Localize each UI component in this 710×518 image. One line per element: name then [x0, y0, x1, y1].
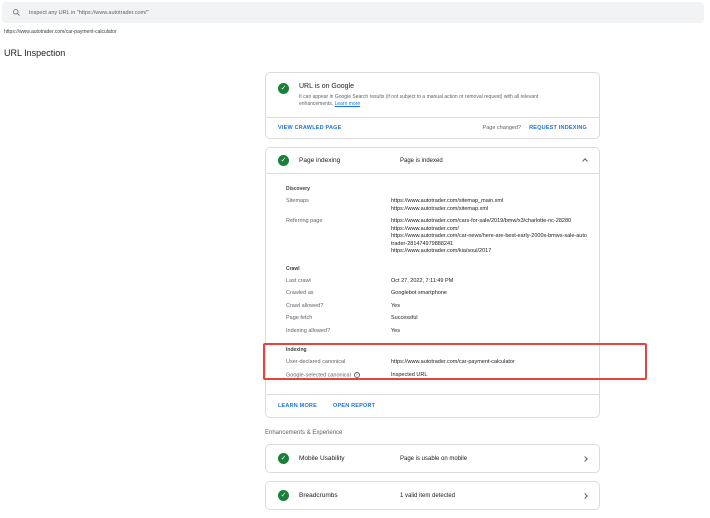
row-label: User-declared canonical [286, 359, 391, 367]
search-icon [12, 8, 21, 17]
crawl-row: Crawl allowed? Yes [286, 303, 587, 311]
page-indexing-header[interactable]: ✓ Page indexing Page is indexed [266, 148, 599, 174]
indexing-heading: Indexing [286, 347, 587, 353]
url-inspect-search-bar[interactable]: Inspect any URL in "https://www.autotrad… [2, 2, 704, 23]
row-value: https://www.autotrader.com/car-payment-c… [391, 359, 587, 367]
verdict-title: URL is on Google [299, 83, 551, 90]
chevron-right-icon [582, 456, 588, 462]
page-indexing-title: Page indexing [299, 157, 390, 164]
inspected-url: https://www.autotrader.com/car-payment-c… [4, 29, 117, 35]
crawl-row: Last crawl Oct 27, 2022, 7:11:49 PM [286, 278, 587, 286]
mobile-usability-card[interactable]: ✓ Mobile Usability Page is usable on mob… [265, 444, 600, 473]
row-label: Sitemaps [286, 198, 391, 213]
row-value: Yes [391, 328, 587, 336]
row-value: Yes [391, 303, 587, 311]
row-label-text: Google-selected canonical [286, 372, 351, 378]
row-label: Indexing allowed? [286, 328, 391, 336]
referring-url: https://www.autotrader.com/cars-for-sale… [391, 218, 587, 226]
crawl-row: Crawled as Googlebot smartphone [286, 290, 587, 298]
enhancement-title: Breadcrumbs [299, 492, 390, 499]
page-indexing-status: Page is indexed [400, 158, 573, 164]
page-title: URL Inspection [4, 48, 65, 58]
verdict-card: ✓ URL is on Google It can appear in Goog… [265, 72, 600, 139]
sitemap-url: https://www.autotrader.com/sitemap_main.… [391, 198, 587, 206]
row-value: Successful [391, 315, 587, 323]
row-label: Crawled as [286, 290, 391, 298]
chevron-up-icon [582, 158, 588, 164]
enhancements-heading: Enhancements & Experience [265, 430, 600, 436]
verdict-description: It can appear in Google Search results (… [299, 94, 551, 108]
page-indexing-card: ✓ Page indexing Page is indexed Discover… [265, 147, 600, 418]
breadcrumbs-card[interactable]: ✓ Breadcrumbs 1 valid item detected [265, 481, 600, 510]
indexing-section: Indexing User-declared canonical https:/… [286, 347, 587, 379]
row-label: Google-selected canonical? [286, 372, 391, 380]
indexing-row: User-declared canonical https://www.auto… [286, 359, 587, 367]
open-report-button[interactable]: OPEN REPORT [333, 403, 375, 409]
crawl-row: Page fetch Successful [286, 315, 587, 323]
row-label: Last crawl [286, 278, 391, 286]
row-value: https://www.autotrader.com/cars-for-sale… [391, 218, 587, 256]
row-label: Crawl allowed? [286, 303, 391, 311]
row-value: Googlebot smartphone [391, 290, 587, 298]
check-circle-icon: ✓ [278, 490, 289, 501]
check-circle-icon: ✓ [278, 453, 289, 464]
row-value: https://www.autotrader.com/sitemap_main.… [391, 198, 587, 213]
main-content: ✓ URL is on Google It can appear in Goog… [265, 72, 600, 518]
indexing-row: Google-selected canonical? Inspected URL [286, 372, 587, 380]
referring-page-row: Referring page https://www.autotrader.co… [286, 218, 587, 256]
view-crawled-page-button[interactable]: VIEW CRAWLED PAGE [278, 125, 342, 131]
url-inspection-page: { "icons": { "check": "✓", "help": "?" }… [0, 0, 710, 477]
referring-url: https://www.autotrader.com/kia/soul/2017 [391, 248, 587, 256]
sitemaps-row: Sitemaps https://www.autotrader.com/site… [286, 198, 587, 213]
row-label: Page fetch [286, 315, 391, 323]
learn-more-link[interactable]: Learn more [335, 101, 361, 107]
row-label: Referring page [286, 218, 391, 256]
row-value: Inspected URL [391, 372, 587, 380]
enhancement-title: Mobile Usability [299, 455, 390, 462]
crawl-heading: Crawl [286, 266, 587, 272]
crawl-row: Indexing allowed? Yes [286, 328, 587, 336]
referring-url: https://www.autotrader.com/car-news/here… [391, 233, 587, 248]
sitemap-url: https://www.autotrader.com/sitemap.xml [391, 206, 587, 214]
chevron-right-icon [582, 493, 588, 499]
enhancement-status: Page is usable on mobile [400, 456, 573, 462]
page-changed-label: Page changed? [483, 125, 522, 131]
enhancement-status: 1 valid item detected [400, 493, 573, 499]
help-icon[interactable]: ? [354, 372, 360, 378]
discovery-heading: Discovery [286, 186, 587, 192]
referring-url: https://www.autotrader.com/ [391, 226, 587, 234]
request-indexing-button[interactable]: REQUEST INDEXING [529, 125, 587, 131]
check-circle-icon: ✓ [278, 155, 289, 166]
row-value: Oct 27, 2022, 7:11:49 PM [391, 278, 587, 286]
learn-more-button[interactable]: LEARN MORE [278, 403, 317, 409]
search-placeholder: Inspect any URL in "https://www.autotrad… [29, 10, 149, 16]
check-circle-icon: ✓ [278, 83, 289, 94]
